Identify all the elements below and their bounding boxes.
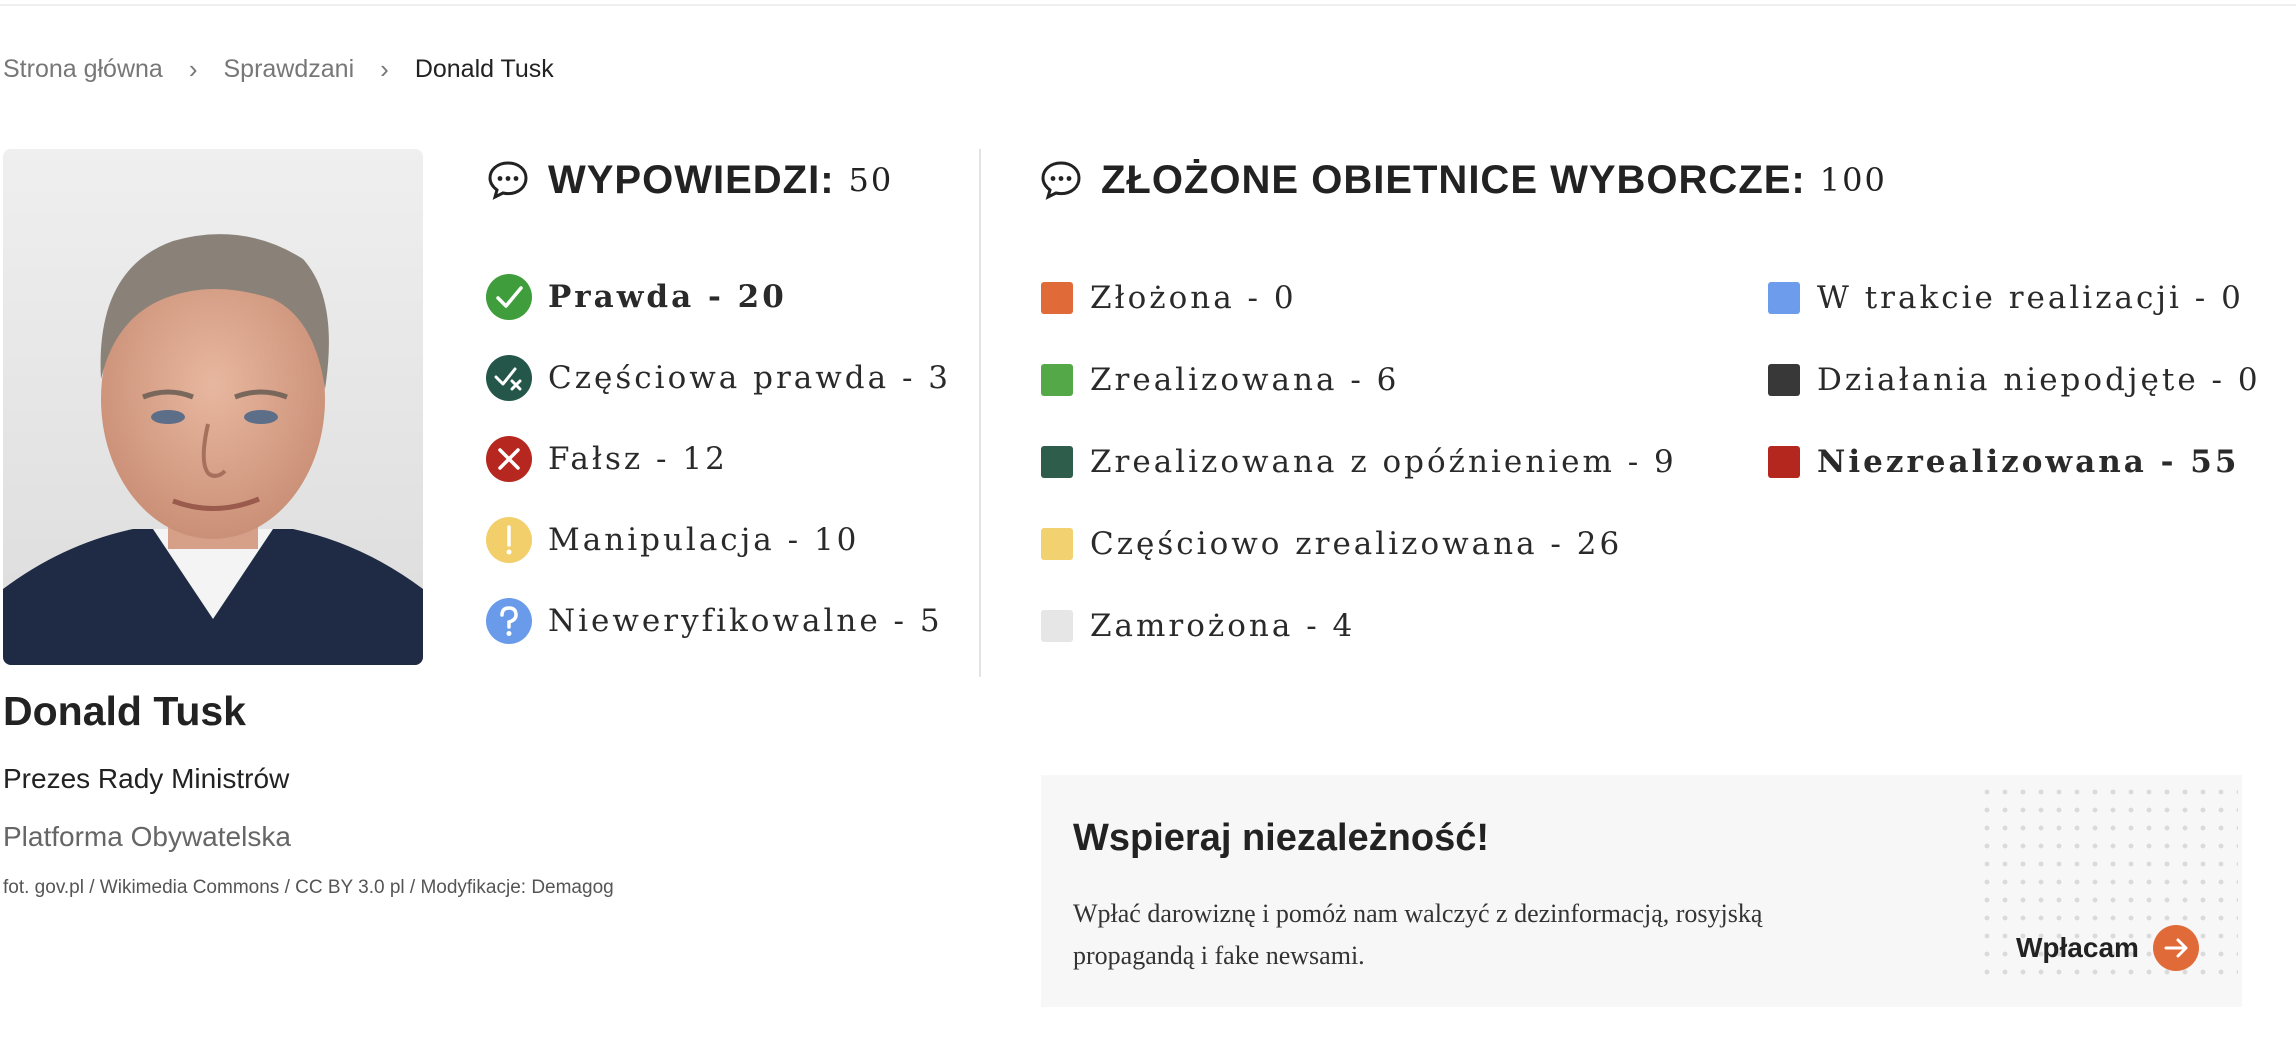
verdict-label: Nieweryfikowalne - 5 <box>548 603 943 639</box>
status-swatch <box>1041 528 1073 560</box>
status-swatch <box>1041 610 1073 642</box>
x-icon <box>486 436 532 482</box>
breadcrumb-separator: › <box>380 53 389 84</box>
promises-header: ZŁOŻONE OBIETNICE WYBORCZE: 100 <box>1039 150 1887 210</box>
arrow-right-icon <box>2152 925 2199 971</box>
partial-check-icon <box>486 355 532 401</box>
promise-label: Częściowo zrealizowana - 26 <box>1090 526 1623 562</box>
verdict-true[interactable]: Prawda - 20 <box>486 272 787 322</box>
check-icon <box>486 274 532 320</box>
verdict-label: Częściowa prawda - 3 <box>548 360 952 396</box>
promise-label: Złożona - 0 <box>1090 280 1297 316</box>
promises-count: 100 <box>1819 161 1887 199</box>
status-swatch <box>1768 446 1800 478</box>
promise-status-submitted[interactable]: Złożona - 0 <box>1041 273 1297 323</box>
verdict-label: Fałsz - 12 <box>548 441 728 477</box>
support-title: Wspieraj niezależność! <box>1073 817 1490 859</box>
verdict-unverifiable[interactable]: Nieweryfikowalne - 5 <box>486 596 943 646</box>
status-swatch <box>1041 282 1073 314</box>
statements-count: 50 <box>848 161 894 199</box>
support-text: Wpłać darowiznę i pomóż nam walczyć z de… <box>1073 899 1763 970</box>
statements-header: WYPOWIEDZI: 50 <box>486 150 893 210</box>
person-photo <box>3 149 423 665</box>
promise-label: W trakcie realizacji - 0 <box>1817 280 2244 316</box>
question-icon <box>486 598 532 644</box>
breadcrumb: Strona główna › Sprawdzani › Donald Tusk <box>3 54 554 84</box>
promise-label: Zrealizowana - 6 <box>1090 362 1400 398</box>
promise-status-fulfilled-delayed[interactable]: Zrealizowana z opóźnieniem - 9 <box>1041 437 1677 487</box>
breadcrumb-separator: › <box>188 53 198 84</box>
column-divider <box>979 149 981 677</box>
breadcrumb-home-link[interactable]: Strona główna <box>3 55 163 84</box>
verdict-label: Prawda - 20 <box>548 279 787 315</box>
person-party: Platforma Obywatelska <box>3 821 291 852</box>
promises-title: ZŁOŻONE OBIETNICE WYBORCZE: <box>1101 157 1806 202</box>
verdict-label: Manipulacja - 10 <box>548 522 860 558</box>
promise-status-in-progress[interactable]: W trakcie realizacji - 0 <box>1768 273 2244 323</box>
person-name: Donald Tusk <box>3 688 246 734</box>
statements-title: WYPOWIEDZI: <box>548 157 835 202</box>
promise-status-fulfilled[interactable]: Zrealizowana - 6 <box>1041 355 1399 405</box>
top-divider <box>0 4 2296 6</box>
verdict-false[interactable]: Fałsz - 12 <box>486 434 728 484</box>
promise-status-not-undertaken[interactable]: Działania niepodjęte - 0 <box>1768 355 2261 405</box>
promise-label: Działania niepodjęte - 0 <box>1817 362 2261 398</box>
photo-credit: fot. gov.pl / Wikimedia Commons / CC BY … <box>3 877 614 898</box>
breadcrumb-current: Donald Tusk <box>414 54 554 83</box>
status-swatch <box>1768 364 1800 396</box>
person-role: Prezes Rady Ministrów <box>3 763 290 794</box>
promise-status-unfulfilled[interactable]: Niezrealizowana - 55 <box>1768 437 2239 487</box>
portrait-image <box>3 149 423 665</box>
status-swatch <box>1041 364 1073 396</box>
promise-label: Zrealizowana z opóźnieniem - 9 <box>1090 444 1677 480</box>
promise-status-partially-fulfilled[interactable]: Częściowo zrealizowana - 26 <box>1041 519 1622 569</box>
donate-button[interactable]: Wpłacam <box>2016 925 2199 971</box>
verdict-partial-true[interactable]: Częściowa prawda - 3 <box>486 353 951 403</box>
speech-bubble-icon <box>488 161 528 200</box>
exclamation-icon <box>486 517 532 563</box>
support-banner: Wspieraj niezależność! Wpłać darowiznę i… <box>1041 775 2242 1007</box>
verdict-manipulation[interactable]: Manipulacja - 10 <box>486 515 859 565</box>
promise-status-frozen[interactable]: Zamrożona - 4 <box>1041 601 1355 651</box>
donate-button-label: Wpłacam <box>2016 932 2139 963</box>
promise-label: Zamrożona - 4 <box>1090 608 1356 644</box>
status-swatch <box>1041 446 1073 478</box>
breadcrumb-section-link[interactable]: Sprawdzani <box>224 55 355 84</box>
promise-label: Niezrealizowana - 55 <box>1817 444 2240 480</box>
status-swatch <box>1768 282 1800 314</box>
speech-bubble-icon <box>1041 161 1081 200</box>
